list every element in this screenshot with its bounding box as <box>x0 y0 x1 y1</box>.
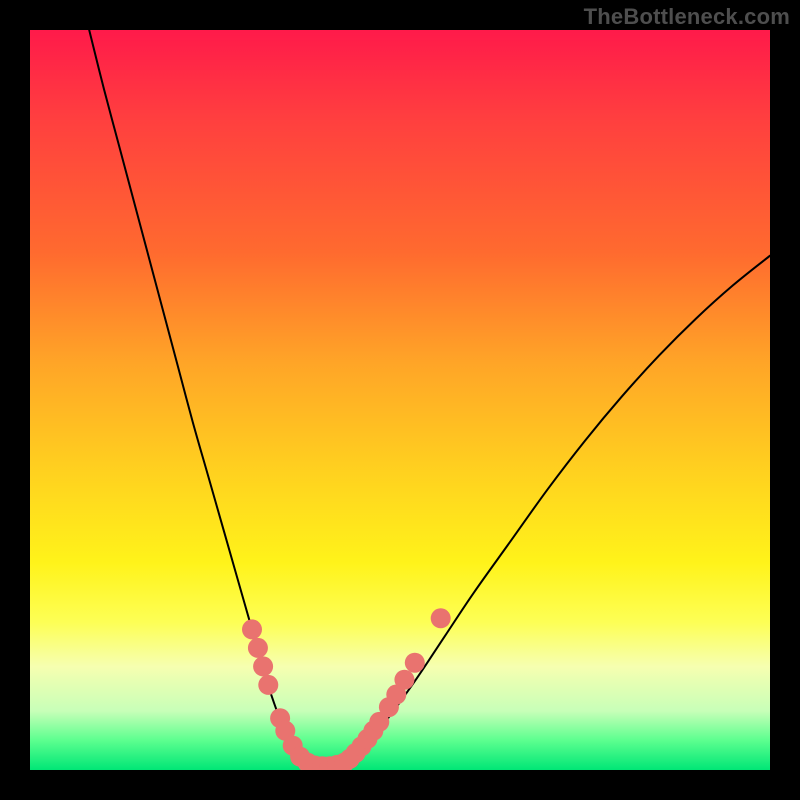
marker-dots <box>242 608 451 770</box>
marker-dot <box>258 675 278 695</box>
watermark-text: TheBottleneck.com <box>584 4 790 30</box>
marker-dot <box>431 608 451 628</box>
marker-dot <box>248 638 268 658</box>
marker-dot <box>253 656 273 676</box>
curve-line <box>89 30 770 766</box>
chart-svg <box>30 30 770 770</box>
marker-dot <box>405 653 425 673</box>
marker-dot <box>394 670 414 690</box>
v-curve <box>89 30 770 766</box>
chart-frame: TheBottleneck.com <box>0 0 800 800</box>
marker-dot <box>242 619 262 639</box>
plot-area <box>30 30 770 770</box>
